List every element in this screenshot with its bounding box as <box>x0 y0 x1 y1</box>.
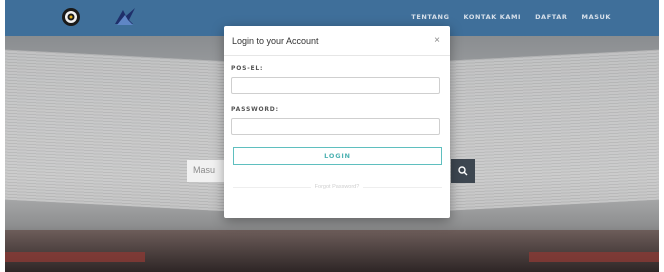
forgot-password-link[interactable]: Forgot Password? <box>224 184 450 190</box>
search-placeholder: Masu <box>193 165 216 175</box>
nav-links: TENTANG KONTAK KAMI DAFTAR MASUK <box>411 13 611 21</box>
email-label: POS-EL: <box>231 65 264 72</box>
login-modal: Login to your Account × POS-EL: PASSWORD… <box>224 26 450 218</box>
nav-link-tentang[interactable]: TENTANG <box>411 13 449 21</box>
nav-link-kontak-kami[interactable]: KONTAK KAMI <box>464 13 522 21</box>
close-icon[interactable]: × <box>434 35 440 46</box>
gear-emblem-icon[interactable] <box>61 7 81 27</box>
nav-link-masuk[interactable]: MASUK <box>582 13 612 21</box>
search-button[interactable] <box>451 159 475 183</box>
email-field[interactable] <box>231 77 440 94</box>
password-label: PASSWORD: <box>231 106 279 113</box>
search-icon <box>458 166 468 176</box>
book-edge <box>5 230 659 272</box>
forgot-password-label[interactable]: Forgot Password? <box>310 184 364 190</box>
book-band-right <box>529 252 659 262</box>
login-button[interactable]: LOGIN <box>233 147 442 165</box>
nav-link-daftar[interactable]: DAFTAR <box>535 13 567 21</box>
tut-wuri-handayani-icon[interactable] <box>113 6 137 28</box>
page: TENTANG KONTAK KAMI DAFTAR MASUK Masu Lo… <box>5 0 659 272</box>
password-field[interactable] <box>231 118 440 135</box>
modal-title: Login to your Account <box>232 36 319 46</box>
book-band-left <box>5 252 145 262</box>
modal-divider <box>224 55 450 56</box>
